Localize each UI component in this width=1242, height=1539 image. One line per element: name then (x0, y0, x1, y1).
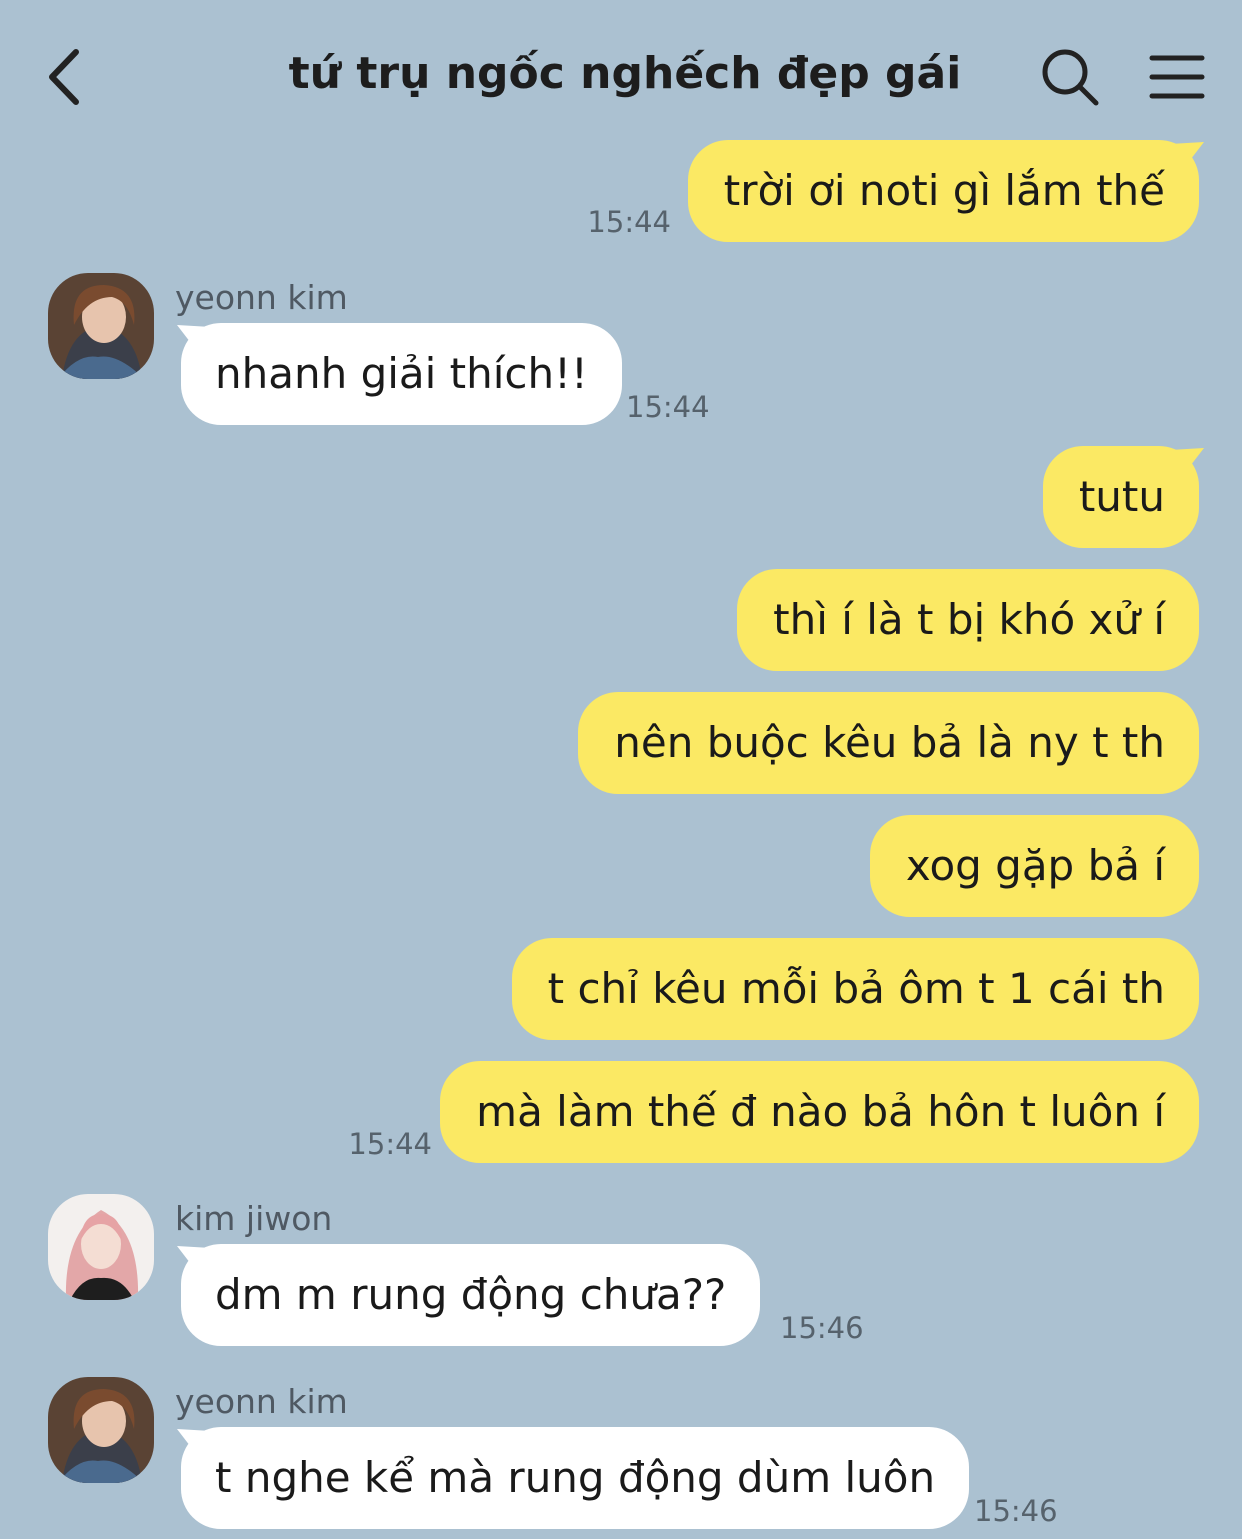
message-timestamp: 15:44 (626, 390, 710, 424)
user-photo-icon (48, 1194, 154, 1300)
search-button[interactable] (1038, 45, 1102, 109)
search-icon (1042, 49, 1099, 106)
menu-button[interactable] (1148, 50, 1206, 104)
avatar[interactable] (48, 1194, 154, 1300)
chevron-left-icon (49, 49, 79, 105)
sender-name: yeonn kim (175, 278, 348, 317)
avatar[interactable] (48, 1377, 154, 1483)
message-text: tutu (1078, 472, 1165, 521)
user-photo-icon (48, 273, 154, 379)
incoming-message-bubble[interactable]: nhanh giải thích!! (181, 323, 622, 425)
outgoing-message-bubble[interactable]: thì í là t bị khó xử í (737, 569, 1199, 671)
message-text: xog gặp bả í (905, 841, 1165, 890)
message-timestamp: 15:44 (587, 205, 671, 239)
user-photo-icon (48, 1377, 154, 1483)
message-timestamp: 15:46 (780, 1311, 864, 1345)
outgoing-message-bubble[interactable]: xog gặp bả í (869, 815, 1199, 917)
outgoing-message-bubble[interactable]: t chỉ kêu mỗi bả ôm t 1 cái th (511, 938, 1199, 1040)
sender-name: kim jiwon (175, 1199, 333, 1238)
outgoing-message-bubble[interactable]: mà làm thế đ nào bả hôn t luôn í (440, 1061, 1199, 1163)
message-text: dm m rung động chưa?? (215, 1270, 727, 1319)
sender-name: yeonn kim (175, 1382, 348, 1421)
outgoing-message-bubble[interactable]: tutu (1042, 446, 1199, 548)
incoming-message-bubble[interactable]: dm m rung động chưa?? (181, 1244, 761, 1346)
message-timestamp: 15:46 (974, 1494, 1058, 1528)
hamburger-menu-icon (1149, 55, 1205, 99)
message-text: nhanh giải thích!! (215, 349, 588, 398)
back-button[interactable] (40, 42, 100, 112)
message-text: t chỉ kêu mỗi bả ôm t 1 cái th (547, 964, 1165, 1013)
message-text: trời ơi noti gì lắm thế (723, 166, 1165, 215)
avatar[interactable] (48, 273, 154, 379)
outgoing-message-bubble[interactable]: nên buộc kêu bả là ny t th (578, 692, 1199, 794)
outgoing-message-bubble[interactable]: trời ơi noti gì lắm thế (687, 140, 1199, 242)
message-text: thì í là t bị khó xử í (773, 595, 1165, 644)
chat-header: tứ trụ ngốc nghếch đẹp gái (0, 0, 1242, 150)
chat-title: tứ trụ ngốc nghếch đẹp gái (288, 48, 962, 99)
message-text: t nghe kể mà rung động dùm luôn (215, 1453, 936, 1502)
message-text: nên buộc kêu bả là ny t th (614, 718, 1165, 767)
incoming-message-bubble[interactable]: t nghe kể mà rung động dùm luôn (181, 1427, 970, 1529)
message-timestamp: 15:44 (348, 1127, 432, 1161)
message-text: mà làm thế đ nào bả hôn t luôn í (476, 1087, 1165, 1136)
